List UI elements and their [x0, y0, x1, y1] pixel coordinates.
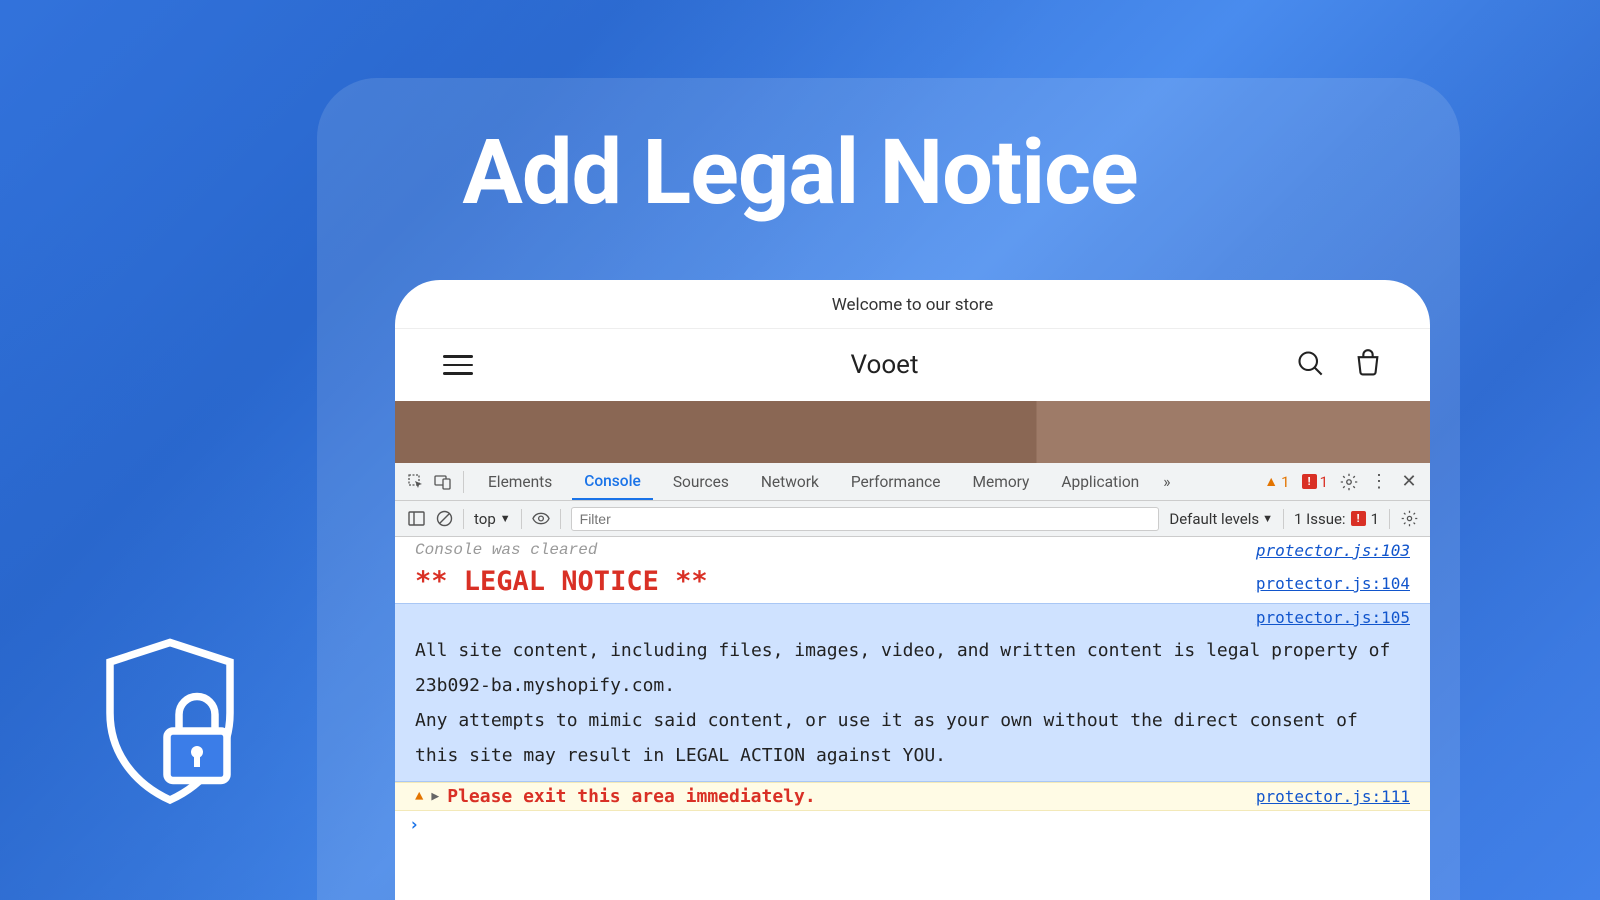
source-link[interactable]: protector.js:103: [1256, 541, 1410, 560]
tab-performance[interactable]: Performance: [839, 465, 953, 499]
search-icon[interactable]: [1296, 349, 1324, 381]
sidebar-toggle-icon[interactable]: [407, 510, 425, 528]
cart-icon[interactable]: [1354, 349, 1382, 381]
warnings-badge[interactable]: ▲1: [1264, 473, 1289, 491]
log-row-info: protector.js:105 All site content, inclu…: [395, 603, 1430, 782]
tab-elements[interactable]: Elements: [476, 465, 564, 499]
devtools-panel: Elements Console Sources Network Perform…: [395, 463, 1430, 900]
clear-console-icon[interactable]: [435, 510, 453, 528]
expand-caret-icon[interactable]: ▶: [431, 789, 439, 804]
source-link[interactable]: protector.js:104: [1256, 574, 1410, 593]
context-selector[interactable]: top ▼: [474, 510, 511, 528]
close-icon[interactable]: ✕: [1400, 473, 1418, 491]
browser-mockup: Welcome to our store Vooet: [395, 280, 1430, 900]
tab-sources[interactable]: Sources: [661, 465, 741, 499]
hero-title: Add Legal Notice: [0, 120, 1600, 225]
source-link[interactable]: protector.js:105: [415, 608, 1410, 627]
warning-message: Please exit this area immediately.: [447, 786, 1248, 807]
store-hero-image: [395, 401, 1430, 463]
console-prompt[interactable]: ›: [395, 811, 1430, 839]
warning-triangle-icon: ▲: [415, 789, 423, 805]
log-levels-selector[interactable]: Default levels ▼: [1169, 510, 1273, 528]
tab-memory[interactable]: Memory: [960, 465, 1041, 499]
tab-application[interactable]: Application: [1049, 465, 1151, 499]
legal-notice-heading: ** LEGAL NOTICE **: [415, 564, 728, 603]
store-name: Vooet: [851, 350, 919, 380]
errors-badge[interactable]: !1: [1302, 473, 1328, 491]
console-settings-gear-icon[interactable]: [1400, 510, 1418, 528]
shield-lock-icon: [95, 635, 245, 805]
console-body: Console was cleared protector.js:103 ** …: [395, 537, 1430, 900]
chevron-down-icon: ▼: [500, 512, 511, 525]
announcement-bar: Welcome to our store: [395, 280, 1430, 329]
log-row-warning: ▲ ▶ Please exit this area immediately. p…: [395, 782, 1430, 811]
hamburger-menu-icon[interactable]: [443, 355, 473, 375]
tabs-overflow-icon[interactable]: »: [1159, 465, 1174, 499]
log-message: Console was cleared: [415, 541, 597, 559]
log-row-cleared: Console was cleared protector.js:103: [395, 537, 1430, 564]
source-link[interactable]: protector.js:111: [1256, 787, 1410, 806]
legal-notice-body-2: Any attempts to mimic said content, or u…: [415, 703, 1410, 773]
legal-notice-body-1: All site content, including files, image…: [415, 633, 1410, 703]
live-expression-icon[interactable]: [532, 510, 550, 528]
tab-network[interactable]: Network: [749, 465, 831, 499]
filter-input[interactable]: [571, 507, 1160, 531]
settings-gear-icon[interactable]: [1340, 473, 1358, 491]
inspect-icon[interactable]: [407, 473, 425, 491]
devtools-tabs: Elements Console Sources Network Perform…: [395, 463, 1430, 501]
chevron-down-icon: ▼: [1262, 512, 1273, 525]
tab-console[interactable]: Console: [572, 464, 653, 500]
store-header: Vooet: [395, 329, 1430, 401]
console-toolbar: top ▼ Default levels ▼ 1 Issue: ! 1: [395, 501, 1430, 537]
issues-indicator[interactable]: 1 Issue: ! 1: [1294, 510, 1379, 528]
kebab-menu-icon[interactable]: ⋮: [1370, 473, 1388, 491]
device-toggle-icon[interactable]: [433, 473, 451, 491]
log-row-legal-heading: ** LEGAL NOTICE ** protector.js:104: [395, 564, 1430, 603]
